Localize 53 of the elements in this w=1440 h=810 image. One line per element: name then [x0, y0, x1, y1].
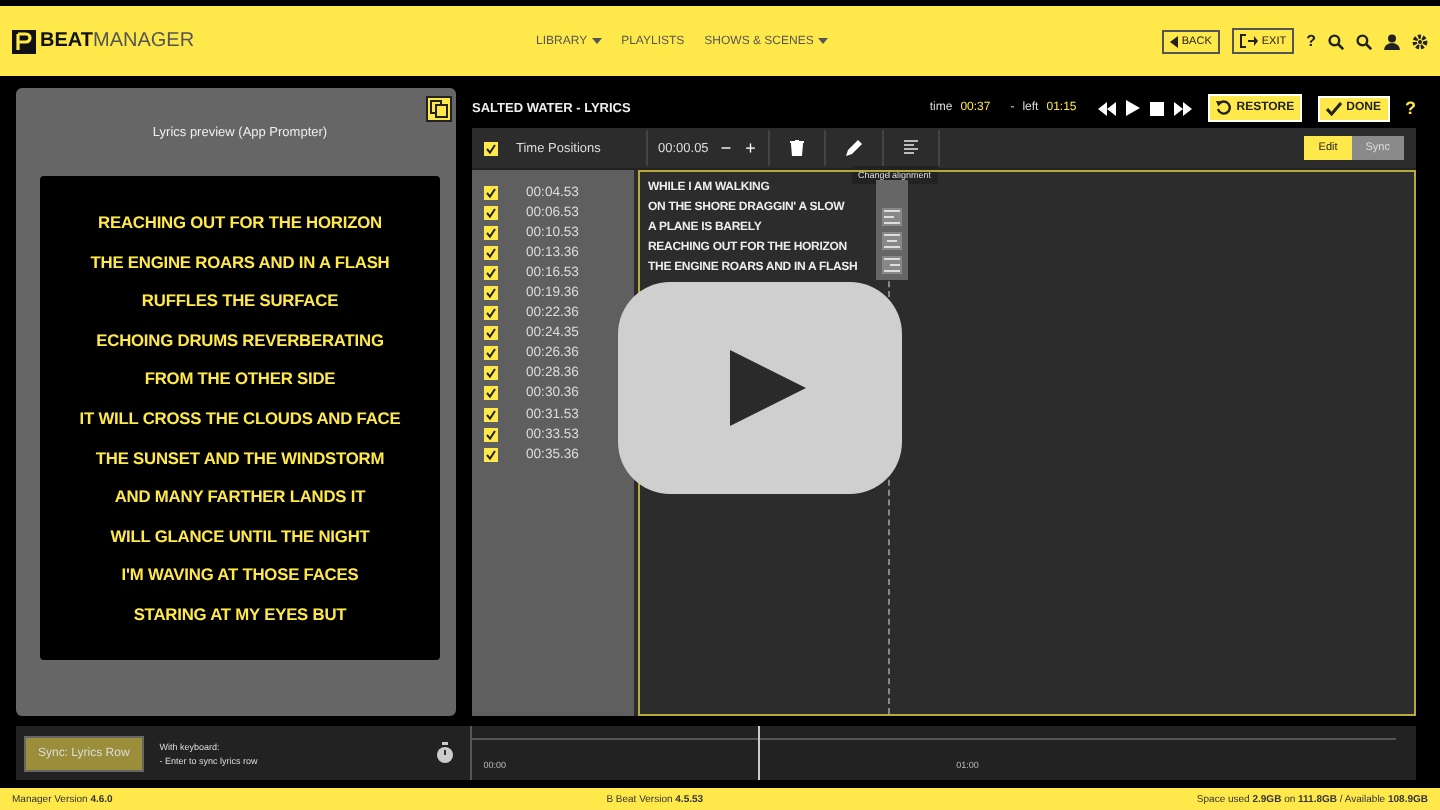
prompter-line: THE ENGINE ROARS AND IN A FLASH — [88, 251, 392, 272]
prompter-line: FROM THE OTHER SIDE — [142, 368, 338, 389]
select-all-checkbox[interactable] — [484, 141, 498, 155]
prompter-line: I'M WAVING AT THOSE FACES — [119, 564, 361, 585]
row-checkbox[interactable] — [484, 326, 498, 341]
row-checkbox[interactable] — [484, 447, 498, 462]
play-icon[interactable] — [1126, 100, 1141, 116]
row-checkbox[interactable] — [484, 346, 498, 361]
help-link[interactable]: ? — [1306, 32, 1316, 50]
row-checkbox[interactable] — [484, 225, 498, 240]
logo-text: BEATMANAGER — [40, 30, 195, 52]
prompter-line: THE SUNSET AND THE WINDSTORM — [93, 447, 387, 468]
decrease-button[interactable]: − — [718, 138, 734, 158]
restore-icon — [1216, 100, 1233, 116]
trash-icon[interactable] — [789, 140, 804, 156]
settings-icon[interactable] — [1412, 33, 1428, 49]
prompter-line: AND MANY FARTHER LANDS IT — [112, 486, 368, 507]
stop-icon[interactable] — [1150, 101, 1165, 115]
align-left-icon[interactable] — [882, 208, 902, 226]
fast-forward-icon[interactable] — [1174, 101, 1193, 115]
copy-button[interactable] — [426, 96, 452, 122]
zoom-in-icon[interactable] — [1328, 33, 1344, 49]
logo-icon — [12, 29, 36, 53]
row-checkbox[interactable] — [484, 407, 498, 422]
checkmark-icon — [1326, 101, 1343, 115]
increase-button[interactable]: + — [743, 138, 758, 158]
align-right-icon[interactable] — [882, 256, 902, 274]
row-checkbox[interactable] — [484, 386, 498, 401]
pencil-icon[interactable] — [845, 140, 862, 156]
row-checkbox[interactable] — [484, 306, 498, 321]
row-checkbox[interactable] — [484, 245, 498, 260]
prompter-line: IT WILL CROSS THE CLOUDS AND FACE — [77, 408, 403, 428]
prompter-line: REACHING OUT FOR THE HORIZON — [96, 212, 384, 233]
prompter-line: RUFFLES THE SURFACE — [139, 290, 341, 311]
alignment-icon[interactable] — [903, 140, 918, 156]
rewind-icon[interactable] — [1098, 101, 1117, 115]
row-checkbox[interactable] — [484, 265, 498, 280]
row-checkbox[interactable] — [484, 366, 498, 381]
exit-icon — [1239, 34, 1258, 48]
help-link[interactable]: ? — [1405, 98, 1416, 118]
prompter-line: WILL GLANCE UNTIL THE NIGHT — [108, 525, 372, 546]
user-icon[interactable] — [1384, 33, 1400, 49]
prompter-line: ECHOING DRUMS REVERBERATING — [94, 329, 386, 350]
row-checkbox[interactable] — [484, 427, 498, 442]
caret-icon — [1169, 35, 1178, 47]
prompter-line: STARING AT MY EYES BUT — [131, 603, 349, 624]
zoom-out-icon[interactable] — [1356, 33, 1372, 49]
stopwatch-icon — [435, 742, 454, 764]
row-checkbox[interactable] — [484, 185, 498, 200]
row-checkbox[interactable] — [484, 286, 498, 301]
row-checkbox[interactable] — [484, 205, 498, 220]
align-center-icon[interactable] — [882, 232, 902, 250]
video-play-button-icon[interactable] — [618, 282, 902, 494]
